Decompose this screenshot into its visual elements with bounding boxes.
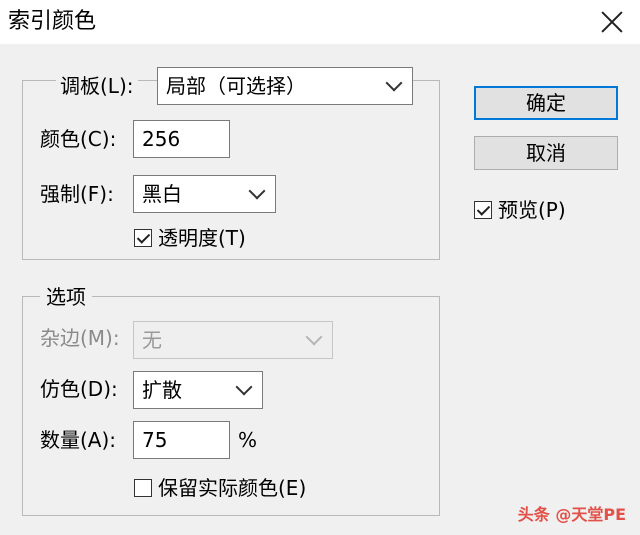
- amount-unit: %: [238, 428, 258, 452]
- cancel-button[interactable]: 取消: [474, 136, 618, 170]
- amount-input[interactable]: 75: [133, 421, 230, 459]
- checkbox-unchecked-icon: [134, 479, 152, 497]
- matte-label: 杂边(M):: [40, 326, 120, 350]
- colors-input[interactable]: 256: [133, 120, 230, 158]
- transparency-checkbox[interactable]: 透明度(T): [134, 224, 246, 252]
- title-bar: 索引颜色: [0, 0, 640, 44]
- checkbox-checked-icon: [474, 201, 492, 219]
- palette-select-value: 局部（可选择）: [166, 74, 306, 98]
- dither-label: 仿色(D):: [40, 377, 118, 401]
- dither-select-value: 扩散: [142, 378, 182, 402]
- preserve-colors-checkbox[interactable]: 保留实际颜色(E): [134, 474, 306, 502]
- colors-label: 颜色(C):: [40, 127, 117, 151]
- matte-select[interactable]: 无: [133, 321, 333, 359]
- chevron-down-icon: [248, 182, 266, 200]
- ok-button[interactable]: 确定: [474, 86, 618, 120]
- matte-select-value: 无: [142, 328, 162, 352]
- chevron-down-icon: [305, 328, 323, 346]
- options-group-title: 选项: [40, 284, 92, 310]
- chevron-down-icon: [235, 378, 253, 396]
- chevron-down-icon: [385, 74, 403, 92]
- forced-select[interactable]: 黑白: [133, 175, 276, 213]
- window-title: 索引颜色: [8, 9, 97, 34]
- close-icon[interactable]: [600, 10, 624, 34]
- forced-label: 强制(F):: [40, 182, 114, 206]
- preserve-colors-label: 保留实际颜色(E): [158, 476, 307, 500]
- watermark: 头条 @天堂PE: [517, 505, 626, 524]
- palette-select[interactable]: 局部（可选择）: [157, 67, 413, 105]
- transparency-label: 透明度(T): [158, 226, 246, 250]
- amount-label: 数量(A):: [40, 428, 117, 452]
- checkbox-checked-icon: [134, 229, 152, 247]
- dither-select[interactable]: 扩散: [133, 371, 263, 409]
- preview-label: 预览(P): [498, 198, 566, 222]
- palette-label: 调板(L):: [56, 72, 138, 100]
- preview-checkbox[interactable]: 预览(P): [474, 196, 566, 224]
- forced-select-value: 黑白: [142, 182, 182, 206]
